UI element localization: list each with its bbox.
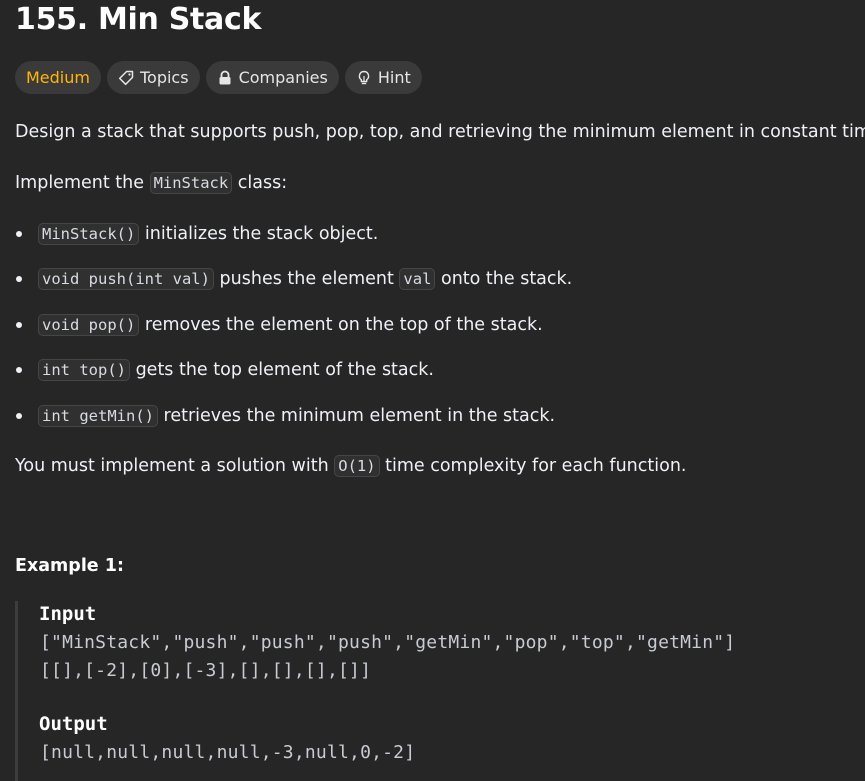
problem-tags: Medium Topics Companies Hint xyxy=(15,61,422,94)
method-description: pushes the element xyxy=(213,269,400,289)
example-output-line: [null,null,null,null,-3,null,0,-2] xyxy=(40,742,416,763)
bullet-dot xyxy=(16,413,22,419)
lightbulb-icon xyxy=(356,70,372,86)
inline-code: void pop() xyxy=(38,314,140,336)
inline-code: int getMin() xyxy=(38,405,158,427)
example-border xyxy=(15,601,18,781)
example-input-line: ["MinStack","push","push","push","getMin… xyxy=(40,632,736,653)
implement-line: Implement the MinStack class: xyxy=(15,171,287,195)
example-output-label: Output xyxy=(39,713,108,735)
implement-suffix: class: xyxy=(232,173,288,193)
companies-button[interactable]: Companies xyxy=(205,61,339,94)
complexity-line: You must implement a solution with O(1) … xyxy=(15,454,686,478)
bullet-dot xyxy=(16,322,22,328)
example-input-label: Input xyxy=(39,603,97,625)
hint-button[interactable]: Hint xyxy=(344,61,422,94)
difficulty-label: Medium xyxy=(26,68,90,87)
method-description: removes the element on the top of the st… xyxy=(139,315,543,335)
bullet-dot xyxy=(16,276,22,282)
companies-label: Companies xyxy=(238,68,328,87)
problem-title: 155. Min Stack xyxy=(15,2,262,37)
hint-label: Hint xyxy=(377,68,411,87)
inline-code: MinStack() xyxy=(38,223,140,245)
implement-prefix: Implement the xyxy=(15,173,150,193)
example-title: Example 1: xyxy=(15,556,124,576)
inline-code: O(1) xyxy=(334,455,380,477)
method-description: initializes the stack object. xyxy=(139,224,379,244)
inline-code: int top() xyxy=(38,359,130,381)
lock-icon xyxy=(217,70,233,86)
complexity-suffix: time complexity for each function. xyxy=(379,456,687,476)
topics-label: Topics xyxy=(139,68,189,87)
example-input-line: [[],[-2],[0],[-3],[],[],[],[]] xyxy=(40,660,372,681)
method-description: retrieves the minimum element in the sta… xyxy=(157,406,556,426)
inline-code: val xyxy=(399,268,436,290)
method-description: onto the stack. xyxy=(435,269,573,289)
difficulty-badge: Medium xyxy=(15,61,101,94)
bullet-dot xyxy=(16,231,22,237)
inline-code: void push(int val) xyxy=(38,268,214,290)
complexity-prefix: You must implement a solution with xyxy=(15,456,335,476)
method-description: gets the top element of the stack. xyxy=(130,360,434,380)
tag-icon xyxy=(118,70,134,86)
bullet-dot xyxy=(16,367,22,373)
description-intro: Design a stack that supports push, pop, … xyxy=(15,122,865,142)
topics-button[interactable]: Topics xyxy=(106,61,200,94)
inline-code: MinStack xyxy=(149,172,233,194)
